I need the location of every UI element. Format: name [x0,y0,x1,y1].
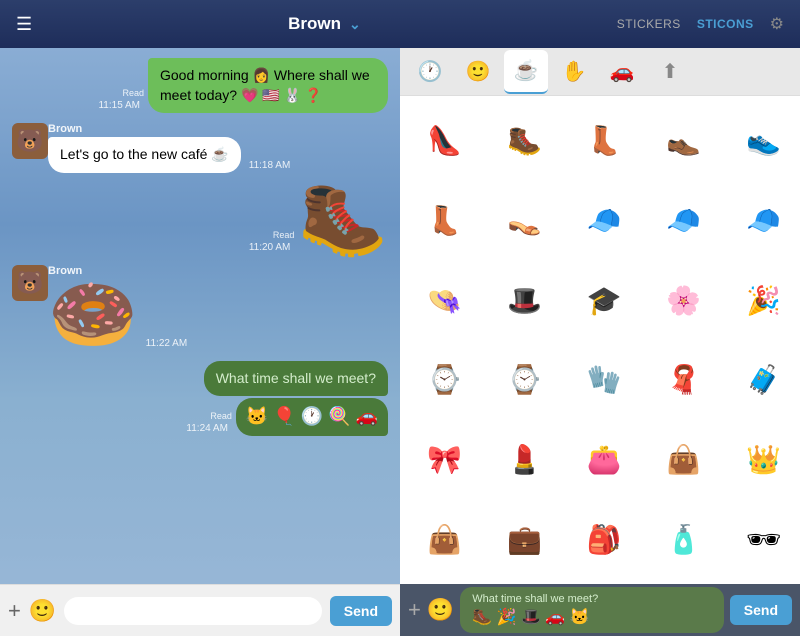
sticker-item[interactable]: ⌚ [406,341,484,419]
preview-message: What time shall we meet? 🥾 🎉 🎩 🚗 🐱 [460,587,724,633]
chat-bubble: Good morning 👩 Where shall we meet today… [148,58,388,113]
sticker-item[interactable]: 💼 [486,500,564,578]
message-row: Read 11:20 AM 🥾 [12,183,388,255]
chat-messages: Read 11:15 AM Good morning 👩 Where shall… [0,48,400,584]
sticker-bottom-bar: + 🙂 What time shall we meet? 🥾 🎉 🎩 🚗 🐱 S… [400,584,800,636]
sticker-item[interactable]: 👑 [725,421,800,499]
msg-time: 11:15 AM [98,100,140,111]
send-button[interactable]: Send [330,596,392,626]
header-tabs: STICKERS STICONS ⚙ [617,14,784,34]
sticker-item[interactable]: 👛 [565,421,643,499]
tab-recent[interactable]: 🕐 [408,50,452,94]
sticker-item[interactable]: 👜 [645,421,723,499]
read-label: Read [273,230,295,240]
chevron-down-icon[interactable]: ⌄ [349,16,361,33]
menu-icon[interactable]: ☰ [16,14,32,35]
sticker-item[interactable]: ⌚ [486,341,564,419]
tab-upload[interactable]: ⬆ [648,50,692,94]
chat-bubble: 🐱 🎈 🕐 🍭 🚗 [236,398,388,435]
sticker-item[interactable]: 🎉 [725,261,800,339]
message-row: Read 11:15 AM Good morning 👩 Where shall… [12,58,388,113]
msg-time: 11:22 AM [146,338,188,349]
sticker-item[interactable]: 🎀 [406,421,484,499]
chat-bubble: Let's go to the new café ☕ [48,137,241,173]
sticker-grid: 👠 🥾 👢 👞 👟 🩴 👢 👡 🧢 🧢 🧢 🪖 👒 🎩 🎓 🌸 🎉 ⌚ ⌚ ⌚ … [400,96,800,584]
plus-icon[interactable]: + [8,598,21,624]
tab-cup[interactable]: ☕ [504,50,548,94]
sticker-item[interactable]: 🎒 [565,500,643,578]
sticker-item[interactable]: 🎓 [565,261,643,339]
preview-stickers: 🥾 🎉 🎩 🚗 🐱 [472,607,712,627]
sticker-message: 🥾 [298,183,388,255]
sticker-plus-icon[interactable]: + [408,597,421,623]
app-header: ☰ Brown ⌄ STICKERS STICONS ⚙ [0,0,800,48]
preview-text: What time shall we meet? [472,593,712,605]
chat-input-bar: + 🙂 Send [0,584,400,636]
sticker-item[interactable]: 🕶 [725,500,800,578]
chat-title: Brown [288,14,341,34]
sticker-send-button[interactable]: Send [730,595,792,625]
sticker-item[interactable]: 💄 [486,421,564,499]
sticker-panel: 🕐 🙂 ☕ ✋ 🚗 ⬆ 👠 🥾 👢 👞 👟 🩴 👢 👡 🧢 🧢 🧢 🪖 👒 [400,48,800,636]
sticker-item[interactable]: 🧣 [645,341,723,419]
sticker-item[interactable]: 🧤 [565,341,643,419]
header-title-area: Brown ⌄ [288,14,361,34]
msg-time: 11:20 AM [249,242,291,253]
sticker-item[interactable]: 🌸 [645,261,723,339]
tab-hand[interactable]: ✋ [552,50,596,94]
sticker-item[interactable]: 🎩 [486,261,564,339]
sticker-item[interactable]: 👠 [406,102,484,180]
message-row: 🐻 Brown 🍩 11:22 AM [12,265,388,351]
avatar: 🐻 [12,265,48,301]
sticker-item[interactable]: 🧢 [725,182,800,260]
sticker-item[interactable]: 👜 [406,500,484,578]
sticker-item[interactable]: 👟 [725,102,800,180]
tab-emoji[interactable]: 🙂 [456,50,500,94]
msg-time: 11:18 AM [249,160,291,171]
avatar: 🐻 [12,123,48,159]
sticker-item[interactable]: 👒 [406,261,484,339]
sticker-message: 🍩 [48,279,138,351]
tab-car[interactable]: 🚗 [600,50,644,94]
message-row: 🐻 Brown Let's go to the new café ☕ 11:18… [12,123,388,173]
msg-time: 11:24 AM [186,423,228,434]
sticker-item[interactable]: 👢 [406,182,484,260]
sticker-item[interactable]: 🧳 [725,341,800,419]
chat-input[interactable] [64,597,322,625]
chat-bubble: What time shall we meet? [204,361,388,397]
read-label: Read [210,411,232,421]
sticker-item[interactable]: 👡 [486,182,564,260]
sticker-item[interactable]: 🧢 [645,182,723,260]
read-label: Read [122,88,144,98]
sender-name: Brown [48,123,294,135]
message-row: What time shall we meet? Read 11:24 AM 🐱… [12,361,388,436]
sticker-emoji-icon[interactable]: 🙂 [427,597,454,623]
gear-icon[interactable]: ⚙ [770,14,784,34]
tab-sticons[interactable]: STICONS [697,17,754,31]
sticker-item[interactable]: 🧢 [565,182,643,260]
sticker-item[interactable]: 🧴 [645,500,723,578]
emoji-icon[interactable]: 🙂 [29,598,56,624]
sticker-item[interactable]: 👢 [565,102,643,180]
sticker-tabs: 🕐 🙂 ☕ ✋ 🚗 ⬆ [400,48,800,96]
chat-panel: Read 11:15 AM Good morning 👩 Where shall… [0,48,400,636]
sticker-item[interactable]: 🥾 [486,102,564,180]
tab-stickers[interactable]: STICKERS [617,17,681,31]
sticker-item[interactable]: 👞 [645,102,723,180]
main-area: Read 11:15 AM Good morning 👩 Where shall… [0,48,800,636]
